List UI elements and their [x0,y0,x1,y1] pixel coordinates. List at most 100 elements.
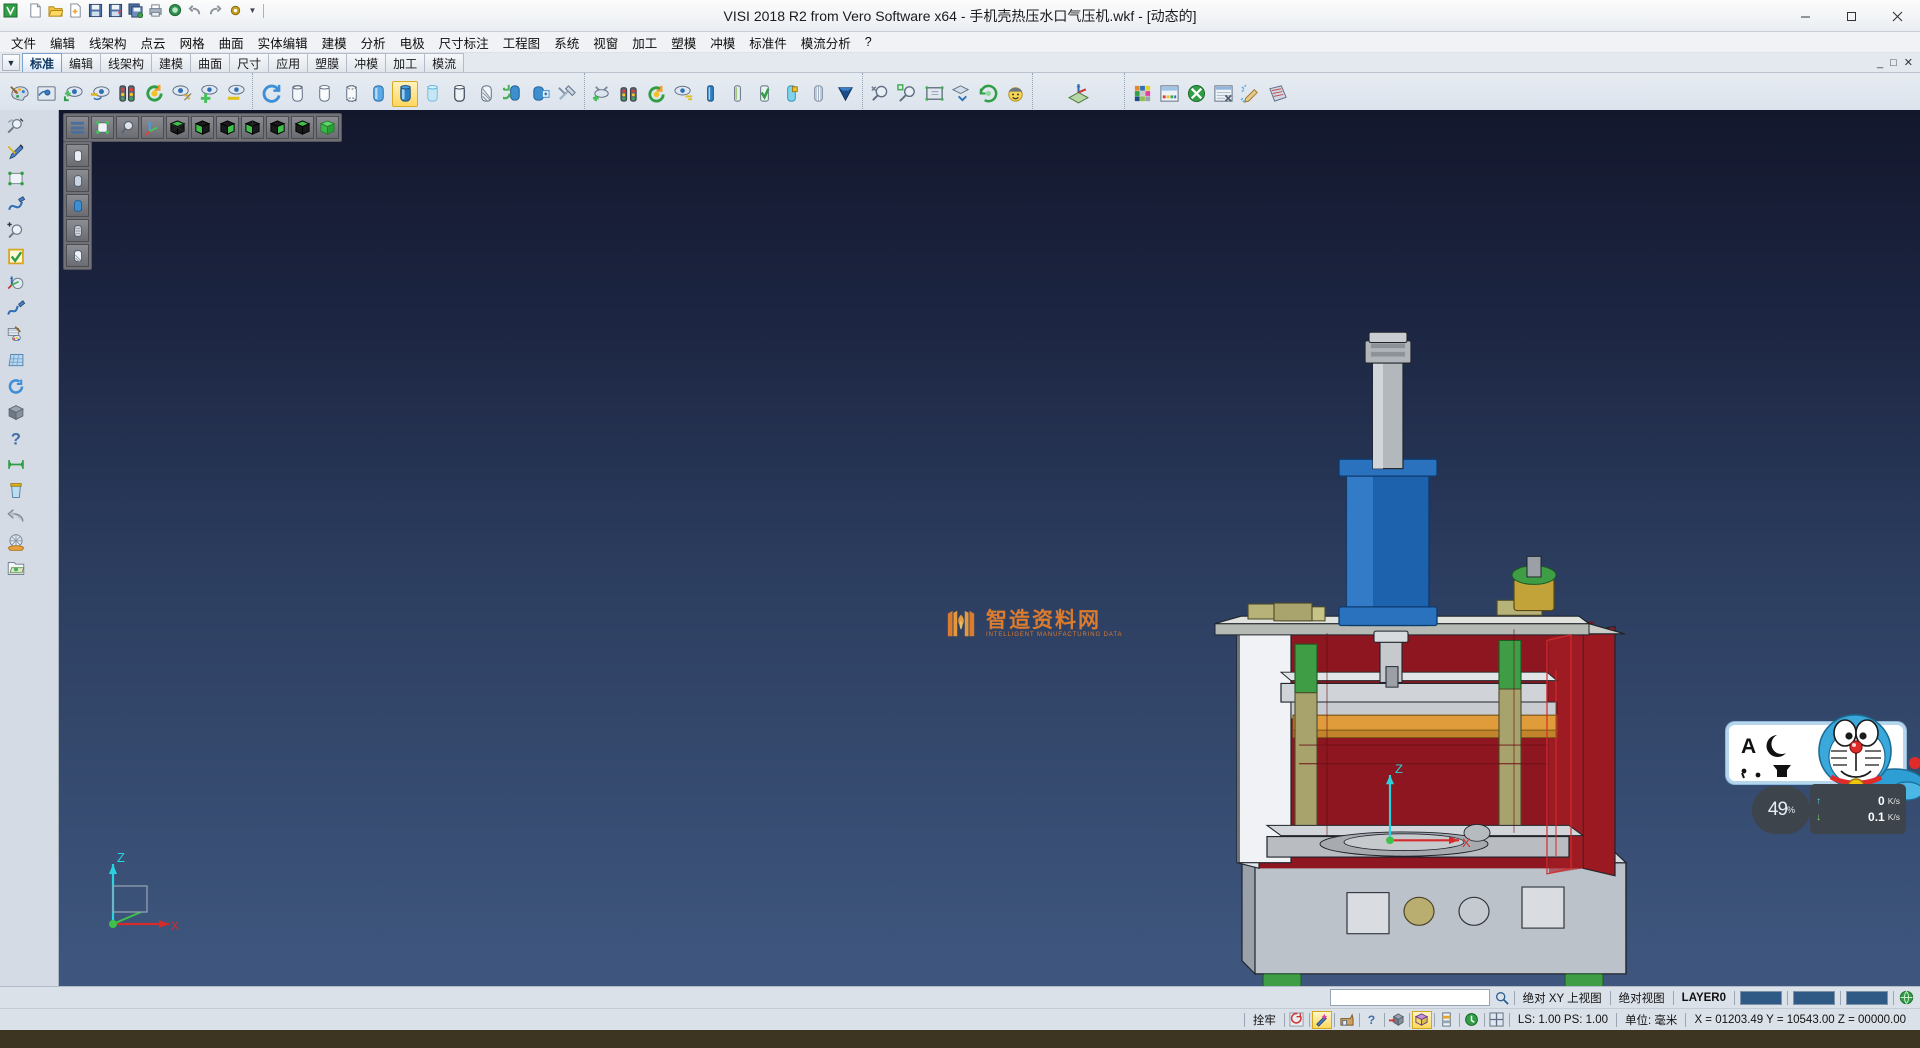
confirm-check-icon[interactable] [2,244,29,269]
tab-machining[interactable]: 加工 [385,53,425,72]
shaded-selected-icon[interactable] [392,81,418,107]
traffic-light-icon[interactable] [114,81,140,107]
shaded-icon[interactable] [365,81,391,107]
3d-viewport[interactable]: Z X 智造资料网 INTELLIGENT MANUFACTURING DATA [59,110,1920,986]
restore-button[interactable] [1828,0,1874,32]
save-icon[interactable] [86,2,105,20]
shade-check-icon[interactable] [751,81,777,107]
layer-visibility-icon[interactable] [33,81,59,107]
snap-cube-icon[interactable] [1412,1011,1432,1029]
view-mode-label[interactable]: 绝对 XY 上视图 [1517,988,1608,1008]
menu-item-pointcloud[interactable]: 点云 [134,31,173,54]
grid-toggle-icon[interactable] [1487,1011,1507,1029]
magic-wand-icon[interactable] [1312,1011,1332,1029]
tab-dropdown-arrow[interactable]: ▼ [2,54,20,71]
snap-solid-icon[interactable] [1387,1011,1407,1029]
menu-item-dimension[interactable]: 尺寸标注 [432,31,496,54]
minimize-button[interactable] [1782,0,1828,32]
graphics-settings-icon[interactable] [554,81,580,107]
menu-item-flow-analysis[interactable]: 模流分析 [794,31,858,54]
snap-endpoint-icon[interactable] [1337,1011,1357,1029]
dynamic-add-icon[interactable] [589,81,615,107]
bounding-box-icon[interactable] [2,166,29,191]
delete-trash-icon[interactable] [2,478,29,503]
tab-wireframe[interactable]: 线架构 [100,53,152,72]
dynamic-refresh-icon[interactable] [643,81,669,107]
save-all-icon[interactable] [126,2,145,20]
view-dynamic-icon[interactable] [975,81,1001,107]
help-question-icon[interactable]: ? [2,426,29,451]
section-icon[interactable] [473,81,499,107]
layer-label[interactable]: LAYER0 [1676,988,1732,1008]
shade-blue-icon[interactable] [697,81,723,107]
axis-move-icon[interactable] [2,270,29,295]
search-icon[interactable] [1492,989,1512,1007]
close-button[interactable] [1874,0,1920,32]
color-swatch-1[interactable] [1740,991,1782,1005]
menu-item-standard-parts[interactable]: 标准件 [742,31,794,54]
hide-visible-icon[interactable] [222,81,248,107]
toggle-visibility-icon[interactable] [168,81,194,107]
color-swatch-3[interactable] [1846,991,1888,1005]
menu-item-window[interactable]: 视窗 [586,31,625,54]
mdi-close-button[interactable]: ✕ [1904,56,1913,69]
view-rotate-icon[interactable] [948,81,974,107]
menu-item-electrode[interactable]: 电极 [393,31,432,54]
tab-moldflow[interactable]: 模流 [424,53,464,72]
menu-item-file[interactable]: 文件 [4,31,43,54]
undo-arrow-icon[interactable] [2,504,29,529]
layer-manager-icon[interactable] [1156,81,1182,107]
menu-item-modeling[interactable]: 建模 [315,31,354,54]
new-file-icon[interactable] [26,2,45,20]
add-visible-icon[interactable] [195,81,221,107]
tab-modeling[interactable]: 建模 [151,53,191,72]
menu-item-mould[interactable]: 塑模 [664,31,703,54]
network-speed-panel[interactable]: ↑ 0 K/s ↓ 0.1 K/s [1810,784,1906,834]
menu-item-progress-die[interactable]: 冲模 [703,31,742,54]
tab-application[interactable]: 应用 [268,53,308,72]
menu-item-analysis[interactable]: 分析 [354,31,393,54]
snap-label[interactable]: 拴牢 [1247,1010,1282,1030]
settings-gear-icon[interactable] [226,2,245,20]
menu-item-help[interactable]: ? [858,33,879,51]
tab-mould[interactable]: 塑膜 [307,53,347,72]
regenerate-icon[interactable] [257,81,283,107]
color-swatch-2[interactable] [1793,991,1835,1005]
shade-cyan-icon[interactable] [778,81,804,107]
globe-icon[interactable] [1896,989,1916,1007]
desktop-widget[interactable]: A [1726,722,1918,834]
hidden-line-icon[interactable] [311,81,337,107]
calculator-icon[interactable] [1264,81,1290,107]
shade-wire-icon[interactable] [805,81,831,107]
snap-grid-icon[interactable] [1287,1011,1307,1029]
customize-icon[interactable] [1237,81,1263,107]
preview-icon[interactable] [166,2,185,20]
solid-cube-icon[interactable] [2,400,29,425]
color-table-icon[interactable] [1129,81,1155,107]
refresh-round-icon[interactable] [1462,1011,1482,1029]
shade-solid-icon[interactable] [832,81,858,107]
workplane-icon[interactable] [1066,81,1092,107]
dynamic-light-icon[interactable] [616,81,642,107]
menu-item-solid-edit[interactable]: 实体编辑 [251,31,315,54]
refresh-view-icon[interactable] [141,81,167,107]
overflow-chevron-icon[interactable]: ▼ [246,2,259,20]
layer-bar-icon[interactable] [1437,1011,1457,1029]
hidden-dashed-icon[interactable] [338,81,364,107]
refresh-icon[interactable] [2,374,29,399]
color-palette-icon[interactable] [6,81,32,107]
menu-item-surface[interactable]: 曲面 [212,31,251,54]
zoom-window-icon[interactable] [867,81,893,107]
menu-item-machining[interactable]: 加工 [625,31,664,54]
show-add-icon[interactable] [60,81,86,107]
color-brush-icon[interactable] [2,322,29,347]
mdi-restore-button[interactable]: □ [1890,57,1897,69]
render-icon[interactable] [500,81,526,107]
view-bounds-icon[interactable] [921,81,947,107]
tab-dimension[interactable]: 尺寸 [229,53,269,72]
show-remove-icon[interactable] [87,81,113,107]
print-icon[interactable] [146,2,165,20]
shade-green-icon[interactable] [724,81,750,107]
menu-item-edit[interactable]: 编辑 [43,31,82,54]
widget-card[interactable]: A [1726,722,1906,784]
